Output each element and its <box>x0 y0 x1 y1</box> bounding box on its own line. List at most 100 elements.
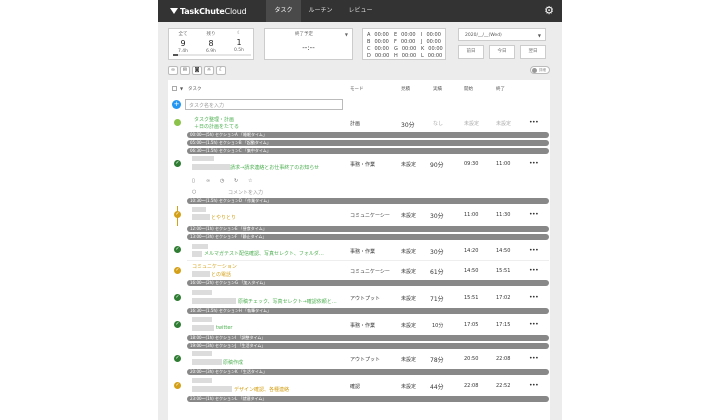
task-start[interactable]: 22:08 <box>464 383 478 389</box>
task-estimate[interactable]: 未設定 <box>401 295 416 302</box>
more-icon[interactable]: ••• <box>529 160 539 167</box>
task-start[interactable]: 15:51 <box>464 295 478 301</box>
task-end[interactable]: 22:52 <box>496 383 510 389</box>
task-end[interactable]: 11:00 <box>496 161 510 167</box>
next-day-button[interactable]: 翌日 <box>520 45 546 59</box>
task-end[interactable]: 22:08 <box>496 356 510 362</box>
link-icon[interactable]: ∞ <box>168 66 178 75</box>
task-mode[interactable]: アウトプット <box>350 295 380 302</box>
task-status-icon[interactable]: ✓ <box>174 160 181 167</box>
more-icon[interactable]: ••• <box>529 355 539 362</box>
task-name-line2[interactable]: との電話 <box>211 271 231 278</box>
repeat-icon[interactable]: ↻ <box>234 178 238 184</box>
mail-icon[interactable]: ✉ <box>180 66 190 75</box>
task-mode[interactable]: コミュニケーシー <box>350 212 390 219</box>
task-name-input[interactable]: タスク名を入力 <box>185 99 343 110</box>
alarm-icon[interactable]: ◷ <box>220 178 224 184</box>
task-mode[interactable]: 計画 <box>350 120 360 127</box>
task-estimate[interactable]: 未設定 <box>401 248 416 255</box>
task-start[interactable]: 14:50 <box>464 268 478 274</box>
tab-tasks[interactable]: タスク <box>266 0 301 22</box>
tab-routine[interactable]: ルーチン <box>301 0 341 22</box>
section-bar[interactable]: 23:00〜(1h) セクションL 「就寝タイム」 <box>187 396 549 402</box>
task-name[interactable]: twitter <box>216 325 233 331</box>
section-bar[interactable]: 16:30〜(1.5h) セクションH 「執筆タイム」 <box>187 308 549 314</box>
gear-icon[interactable]: ⚙ <box>544 5 554 16</box>
task-start[interactable]: 11:00 <box>464 212 478 218</box>
task-name-line1[interactable]: コミュニケーション <box>192 263 237 270</box>
task-mode[interactable]: 確認 <box>350 383 360 390</box>
task-name[interactable]: メルマガテスト配信確認、写真セレクト、フォルダ… <box>204 250 324 257</box>
task-end[interactable]: 15:51 <box>496 268 510 274</box>
moon-icon[interactable]: ☾ <box>216 66 226 75</box>
select-all-checkbox[interactable] <box>172 86 177 91</box>
task-mode[interactable]: 事務・作業 <box>350 322 375 329</box>
task-name[interactable]: デザイン確認、各種連絡 <box>234 386 289 393</box>
comment-input[interactable]: コメントを入力 <box>228 189 263 196</box>
task-estimate[interactable]: 30分 <box>401 120 415 129</box>
task-end[interactable]: 17:02 <box>496 295 510 301</box>
prev-day-button[interactable]: 前日 <box>458 45 484 59</box>
section-bar[interactable]: 06:30〜(1.5h) セクションC 「集中タイム」 <box>187 148 549 154</box>
camera-icon[interactable]: ◙ <box>192 66 202 75</box>
task-start[interactable]: 20:50 <box>464 356 478 362</box>
task-status-icon[interactable]: ✓ <box>174 211 181 218</box>
task-mode[interactable]: コミュニケーシー <box>350 268 390 275</box>
task-estimate[interactable]: 未設定 <box>401 212 416 219</box>
more-icon[interactable]: ••• <box>529 267 539 274</box>
section-bar[interactable]: 20:00〜(3h) セクションK 「生活タイム」 <box>187 369 549 375</box>
section-bar[interactable]: 16:00〜(2h) セクションG 「加入タイム」 <box>187 280 549 286</box>
task-status-icon[interactable]: ✓ <box>174 355 181 362</box>
link-icon[interactable]: ∞ <box>206 178 210 184</box>
task-name[interactable]: 原稿作成 <box>223 359 243 366</box>
document-icon[interactable]: ▯ <box>192 178 195 184</box>
more-icon[interactable]: ••• <box>529 247 539 254</box>
more-icon[interactable]: ••• <box>529 211 539 218</box>
task-estimate[interactable]: 未設定 <box>401 268 416 275</box>
task-status-icon[interactable]: ✓ <box>174 321 181 328</box>
section-bar[interactable]: 00:00〜(5h) セクションA 「睡眠タイム」 <box>187 132 549 138</box>
task-estimate[interactable]: 未設定 <box>401 383 416 390</box>
more-icon[interactable]: ••• <box>529 321 539 328</box>
task-start[interactable]: 09:30 <box>464 161 478 167</box>
task-name[interactable]: 原稿チェック、写真セレクト→確認依頼と… <box>238 298 337 305</box>
task-status-icon[interactable] <box>174 119 181 126</box>
bulb-icon[interactable]: ☼ <box>204 66 214 75</box>
more-icon[interactable]: ••• <box>529 294 539 301</box>
section-bar[interactable]: 10:30〜(1.5h) セクションD 「作業タイム」 <box>187 198 549 204</box>
task-end[interactable]: 14:50 <box>496 248 510 254</box>
task-status-icon[interactable]: ✓ <box>174 382 181 389</box>
task-estimate[interactable]: 未設定 <box>401 161 416 168</box>
section-bar[interactable]: 13:00〜(3h) セクションF 「静止タイム」 <box>187 234 549 240</box>
more-icon[interactable]: ••• <box>529 119 539 126</box>
task-start[interactable]: 17:05 <box>464 322 478 328</box>
task-start[interactable]: 未設定 <box>464 120 479 127</box>
sort-icon[interactable]: ▼ <box>180 86 183 91</box>
section-bar[interactable]: 05:00〜(1.5h) セクションB 「起動タイム」 <box>187 140 549 146</box>
task-start[interactable]: 14:20 <box>464 248 478 254</box>
date-select[interactable]: 2020/__/__(Wed) ▼ <box>458 28 546 41</box>
section-bar[interactable]: 12:00〜(1h) セクションE 「昼食タイム」 <box>187 226 549 232</box>
section-bar[interactable]: 19:00〜(3h) セクションJ 「生活タイム」 <box>187 343 549 349</box>
today-button[interactable]: 今日 <box>489 45 515 59</box>
task-name[interactable]: とやりとり <box>211 214 236 221</box>
task-estimate[interactable]: 未設定 <box>401 322 416 329</box>
task-name[interactable]: タスク整理・計画 <box>194 116 234 123</box>
task-mode[interactable]: アウトプット <box>350 356 380 363</box>
more-icon[interactable]: ••• <box>529 382 539 389</box>
detail-toggle[interactable]: 詳細 <box>530 66 550 74</box>
star-icon[interactable]: ☆ <box>248 178 252 184</box>
task-status-icon[interactable]: ✓ <box>174 267 181 274</box>
task-mode[interactable]: 事務・作業 <box>350 248 375 255</box>
task-end[interactable]: 未設定 <box>496 120 511 127</box>
task-status-icon[interactable]: ✓ <box>174 294 181 301</box>
task-name[interactable]: 請求→請求連絡とお仕事終了のお知らせ <box>230 164 319 171</box>
add-task-button[interactable]: + <box>172 100 181 109</box>
section-bar[interactable]: 18:00〜(1h) セクションI 「調整タイム」 <box>187 335 549 341</box>
tab-review[interactable]: レビュー <box>341 0 381 22</box>
task-end[interactable]: 17:15 <box>496 322 510 328</box>
task-estimate[interactable]: 未設定 <box>401 356 416 363</box>
end-estimate[interactable]: 終了予定 ▼ --:-- <box>264 28 353 60</box>
task-mode[interactable]: 事務・作業 <box>350 161 375 168</box>
task-end[interactable]: 11:30 <box>496 212 510 218</box>
